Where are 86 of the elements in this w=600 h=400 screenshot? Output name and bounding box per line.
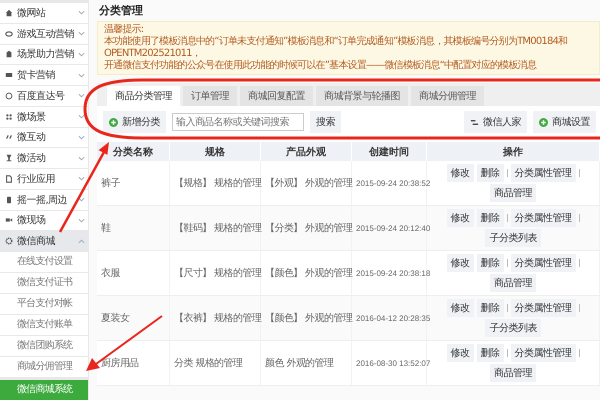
- page-title: 分类管理: [98, 3, 144, 19]
- chevron-down-icon: [78, 30, 85, 38]
- lines-icon: [470, 118, 479, 126]
- search-button[interactable]: 搜索: [310, 111, 341, 133]
- chevron-down-icon: [78, 113, 85, 120]
- add-category-button[interactable]: 新增分类: [103, 111, 166, 133]
- action-button[interactable]: 商品管理: [490, 364, 536, 382]
- table-cell: 分类 规格的管理: [170, 340, 260, 386]
- tab[interactable]: 订单管理: [183, 86, 237, 106]
- notice-heading: 温馨提示:: [104, 24, 144, 36]
- tab[interactable]: 商城分佣管理: [411, 86, 484, 106]
- chevron-up-icon: [78, 238, 85, 245]
- cup-icon: [5, 154, 13, 162]
- sidebar-subitem[interactable]: 微信支付证书: [0, 273, 88, 293]
- action-button[interactable]: 删除: [476, 209, 504, 227]
- action-button[interactable]: 修改: [446, 209, 474, 227]
- plus-circle-icon: [109, 118, 118, 126]
- home-icon: [5, 8, 13, 17]
- sidebar-item[interactable]: 微活动: [0, 148, 88, 168]
- column-header: 产品外观: [260, 142, 352, 161]
- sidebar-item[interactable]: 贺卡营销: [0, 65, 88, 85]
- action-button[interactable]: 商品管理: [490, 184, 536, 202]
- table-cell: 夏装女: [97, 296, 170, 340]
- table-cell: 【鞋码】 规格的管理: [170, 206, 260, 250]
- sidebar-item[interactable]: 微网站: [0, 3, 88, 23]
- sidebar-subitem[interactable]: 商城分佣管理: [0, 357, 88, 377]
- column-header: 规格: [170, 142, 260, 161]
- sidebar-subitem[interactable]: 在线支付设置: [0, 252, 88, 272]
- plus-circle-icon: [539, 118, 548, 126]
- sidebar-item[interactable]: 摇一摇,周边: [0, 190, 88, 210]
- chevron-down-icon: [78, 154, 85, 162]
- sidebar-item[interactable]: 游戏互动营销: [0, 24, 88, 44]
- action-button[interactable]: 删除: [476, 299, 504, 317]
- table-cell: 【颜色】 外观的管理: [260, 296, 352, 340]
- notice-text: 开通微信支付功能的公众号在使用此功能的时候可以在”基本设置——微信模板消息“中配置对应的模板消息: [104, 60, 538, 72]
- action-button[interactable]: 分类属性管理: [510, 209, 576, 227]
- dots-icon: [5, 112, 13, 121]
- action-button[interactable]: 子分类列表: [485, 229, 541, 247]
- tab[interactable]: 商城回复配置: [240, 86, 313, 106]
- column-header: 操作: [426, 142, 600, 161]
- action-button[interactable]: 修改: [446, 254, 474, 272]
- sidebar-item[interactable]: 场景助力营销: [0, 44, 88, 64]
- action-button[interactable]: 分类属性管理: [510, 344, 576, 362]
- action-button[interactable]: 分类属性管理: [510, 164, 576, 182]
- phone-icon: [5, 196, 13, 204]
- chevron-down-icon: [78, 134, 85, 141]
- action-button[interactable]: 商品管理: [490, 274, 536, 292]
- toolbar-button[interactable]: 微信人家: [464, 111, 527, 133]
- sidebar-item[interactable]: 微现场: [0, 210, 88, 230]
- sidebar-item[interactable]: 微场景: [0, 106, 88, 126]
- toolbar-button[interactable]: 商城设置: [533, 111, 596, 133]
- video-icon: [5, 216, 13, 224]
- doc-icon: [5, 174, 13, 183]
- chevron-down-icon: [78, 196, 85, 204]
- action-button[interactable]: 子分类列表: [485, 319, 541, 337]
- action-button[interactable]: 删除: [476, 344, 504, 362]
- action-button[interactable]: 删除: [476, 164, 504, 182]
- chevron-down-icon: [78, 9, 85, 16]
- sidebar-subitem[interactable]: 微信团购系统: [0, 336, 88, 356]
- table-cell: 【衣裤】 规格的管理: [170, 296, 260, 340]
- action-button[interactable]: 修改: [446, 299, 474, 317]
- sidebar-item[interactable]: 行业应用: [0, 169, 88, 189]
- action-button[interactable]: 删除: [476, 254, 504, 272]
- table-cell: 颜色 外观的管理: [260, 340, 352, 386]
- search-field[interactable]: 输入商品名称或关键词搜索: [172, 113, 304, 131]
- chevron-down-icon: [78, 72, 85, 79]
- notice-text: 本功能使用了模板消息中的“订单未支付通知”模板消息和“订单完成通知”模板消息，其模板编号分别为TM00184和OPENTM202521011，: [104, 36, 568, 60]
- tab[interactable]: 商城背景与轮播图: [316, 86, 408, 106]
- sidebar-subitem[interactable]: 平台支付对帐: [0, 294, 88, 314]
- sidebar-item[interactable]: 微互动: [0, 128, 88, 148]
- action-button[interactable]: 修改: [446, 344, 474, 362]
- action-button[interactable]: 修改: [446, 164, 474, 182]
- sidebar-item[interactable]: 百度直达号: [0, 86, 88, 106]
- tab[interactable]: 商品分类管理: [107, 86, 180, 106]
- column-header: 创建时间: [352, 142, 426, 161]
- chevron-down-icon: [78, 216, 85, 224]
- sidebar-subitem[interactable]: 微信支付账单: [0, 315, 88, 335]
- chevron-down-icon: [78, 175, 85, 182]
- action-button[interactable]: 分类属性管理: [510, 299, 576, 317]
- table-cell: 鞋: [97, 206, 170, 250]
- action-button[interactable]: 分类属性管理: [510, 254, 576, 272]
- table-cell: 【分类】 外观的管理: [260, 206, 352, 250]
- sidebar-item[interactable]: 微信商城: [0, 231, 88, 251]
- chevron-down-icon: [78, 92, 85, 100]
- column-header: 分类名称: [97, 142, 170, 161]
- chevron-down-icon: [78, 50, 85, 58]
